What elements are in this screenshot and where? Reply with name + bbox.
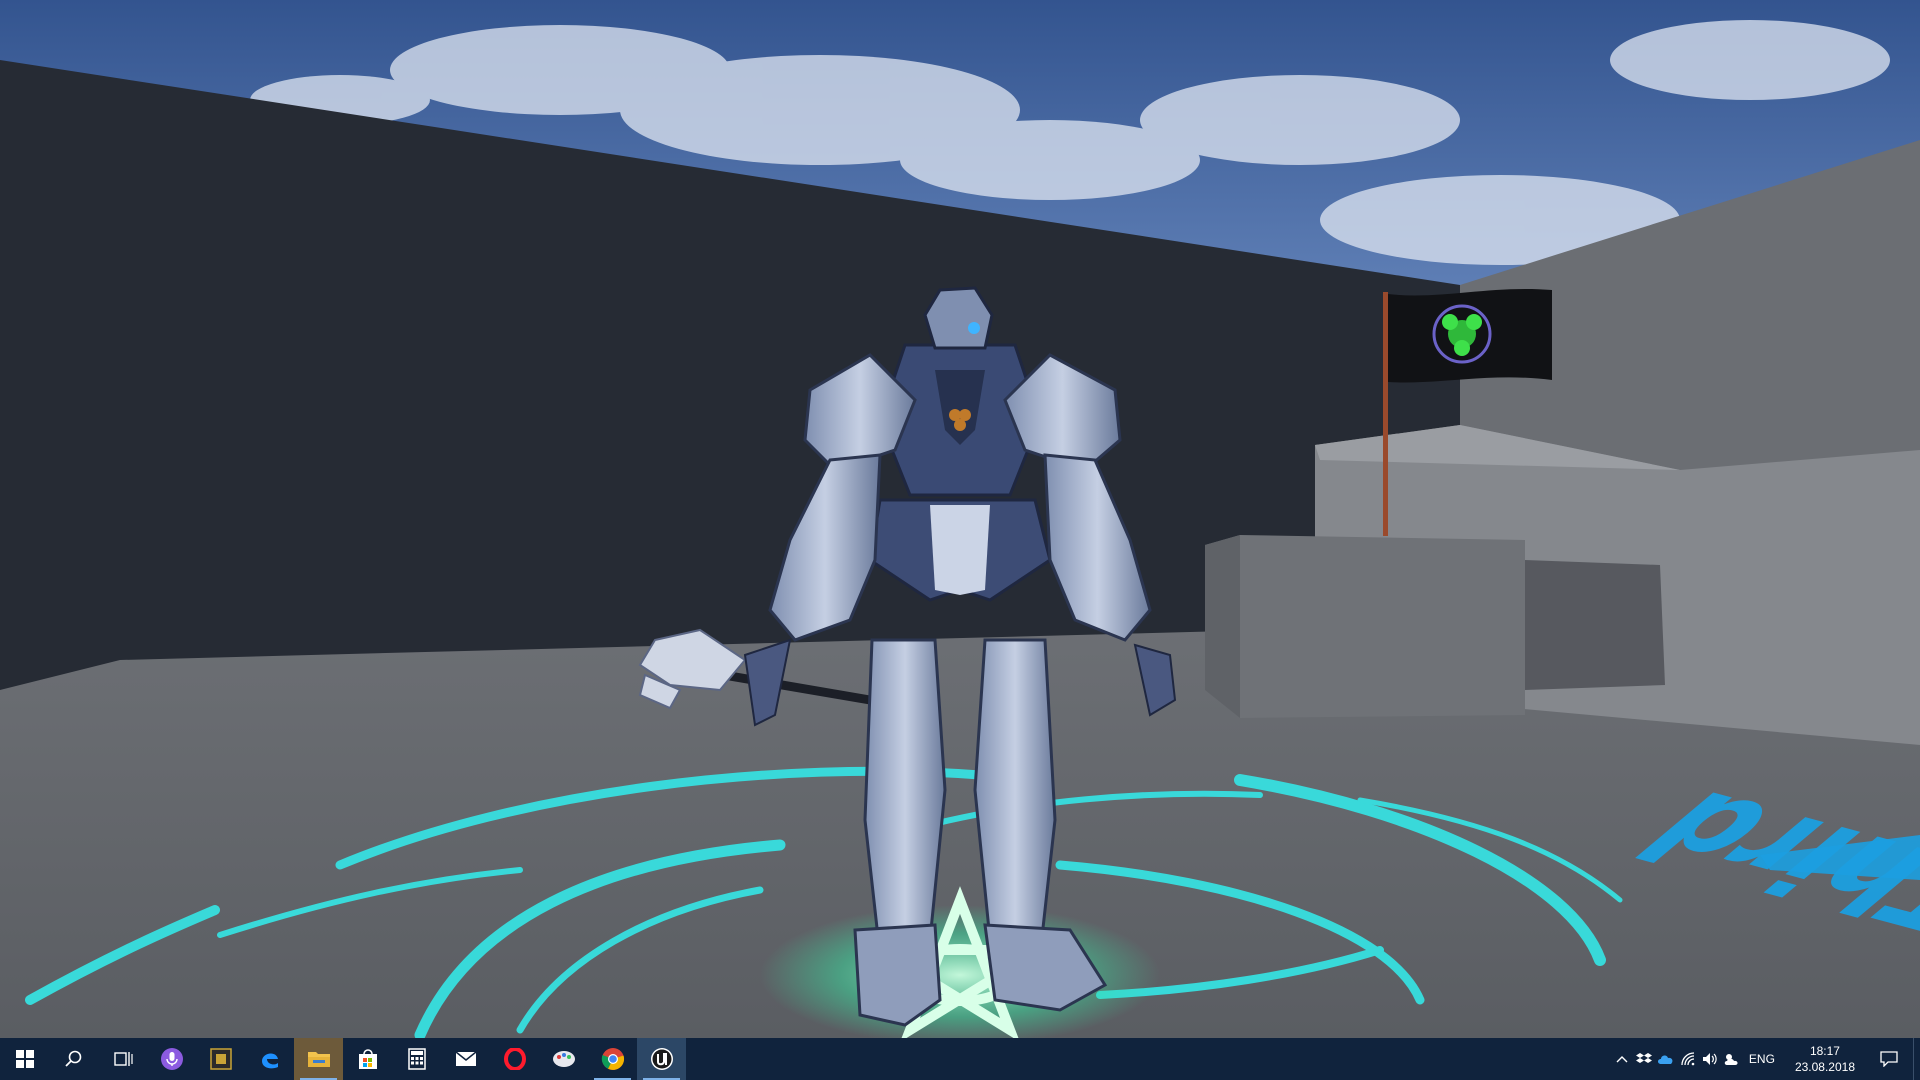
microphone-icon	[160, 1048, 183, 1070]
action-center-button[interactable]	[1865, 1038, 1913, 1080]
unreal-engine-button[interactable]	[637, 1038, 686, 1080]
input-language-indicator[interactable]: ENG	[1743, 1052, 1785, 1066]
edge-icon	[261, 1053, 278, 1069]
volume-tray-button[interactable]	[1699, 1038, 1721, 1080]
gray-cube	[1205, 535, 1525, 718]
search-button[interactable]	[49, 1038, 98, 1080]
viewport-scene: Third	[0, 0, 1920, 1038]
chrome-button[interactable]	[588, 1038, 637, 1080]
store-button[interactable]	[343, 1038, 392, 1080]
windows-logo-icon	[15, 1050, 34, 1068]
flag-pole	[1383, 292, 1388, 536]
chevron-up-icon	[1616, 1056, 1628, 1063]
terminal-app-icon	[209, 1048, 232, 1070]
opera-icon	[503, 1048, 526, 1070]
chrome-icon	[601, 1048, 624, 1070]
clock-time: 18:17	[1809, 1044, 1840, 1058]
file-explorer-button[interactable]	[294, 1038, 343, 1080]
robot-eye	[968, 322, 980, 334]
game-viewport[interactable]: Third	[0, 0, 1920, 1038]
paint-icon	[552, 1051, 575, 1067]
robot-head	[923, 286, 994, 350]
dropbox-icon	[1635, 1053, 1652, 1063]
cloud-icon	[1657, 1055, 1673, 1064]
app-terminal-button[interactable]	[196, 1038, 245, 1080]
start-button[interactable]	[0, 1038, 49, 1080]
onedrive-tray-button[interactable]	[1655, 1038, 1677, 1080]
network-tray-button[interactable]	[1677, 1038, 1699, 1080]
mail-icon	[455, 1051, 476, 1066]
cortana-button[interactable]	[147, 1038, 196, 1080]
show-hidden-icons-button[interactable]	[1611, 1038, 1633, 1080]
task-view-button[interactable]	[98, 1038, 147, 1080]
show-desktop-button[interactable]	[1913, 1038, 1920, 1080]
notification-icon	[1880, 1051, 1898, 1067]
weather-cloud-icon	[1724, 1054, 1738, 1065]
wifi-icon	[1681, 1052, 1695, 1066]
edge-button[interactable]	[245, 1038, 294, 1080]
weather-tray-button[interactable]	[1721, 1038, 1743, 1080]
paint-button[interactable]	[539, 1038, 588, 1080]
dropbox-tray-button[interactable]	[1633, 1038, 1655, 1080]
system-tray: ENG 18:17 23.08.2018	[1611, 1038, 1920, 1080]
calculator-button[interactable]	[392, 1038, 441, 1080]
clock-button[interactable]: 18:17 23.08.2018	[1785, 1043, 1865, 1075]
opera-button[interactable]	[490, 1038, 539, 1080]
speaker-icon	[1702, 1053, 1717, 1065]
calculator-icon	[407, 1048, 426, 1070]
mail-button[interactable]	[441, 1038, 490, 1080]
windows-taskbar: ENG 18:17 23.08.2018	[0, 1038, 1920, 1080]
task-view-icon	[113, 1052, 133, 1066]
unreal-icon	[650, 1048, 673, 1070]
clock-date: 23.08.2018	[1794, 1060, 1855, 1074]
store-bag-icon	[358, 1049, 377, 1069]
search-icon	[64, 1050, 81, 1067]
folder-icon	[307, 1052, 330, 1067]
